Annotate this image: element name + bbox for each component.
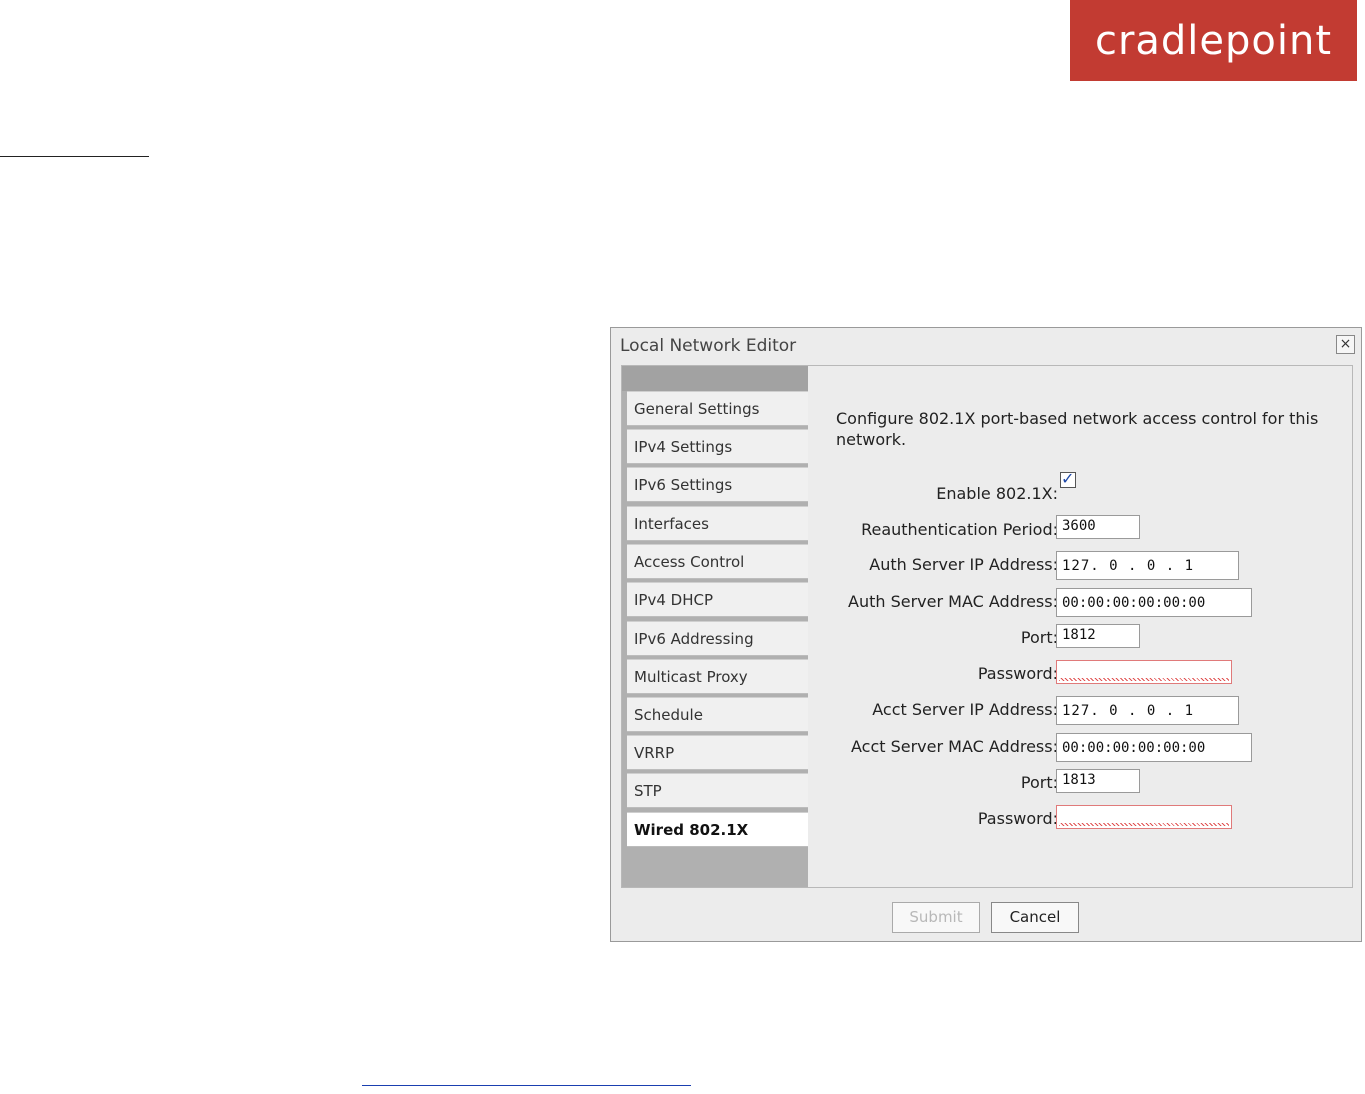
acct-port-input[interactable]: 1813 bbox=[1056, 769, 1140, 793]
enable-802-1x-label: Enable 802.1X: bbox=[936, 484, 1058, 503]
tab-stp[interactable]: STP bbox=[627, 773, 808, 808]
dialog-title: Local Network Editor bbox=[620, 336, 797, 356]
description-text: Configure 802.1X port-based network acce… bbox=[836, 409, 1319, 449]
close-icon[interactable]: × bbox=[1336, 335, 1355, 354]
sidebar: General Settings IPv4 Settings IPv6 Sett… bbox=[622, 366, 808, 887]
acct-password-input[interactable] bbox=[1056, 805, 1232, 829]
tab-access-control[interactable]: Access Control bbox=[627, 544, 808, 579]
acct-server-ip-input[interactable]: 127. 0 . 0 . 1 bbox=[1056, 696, 1239, 725]
tab-ipv6-settings[interactable]: IPv6 Settings bbox=[627, 467, 808, 502]
reauth-period-input[interactable]: 3600 bbox=[1056, 515, 1140, 539]
auth-server-ip-label: Auth Server IP Address: bbox=[869, 555, 1058, 574]
enable-802-1x-checkbox[interactable]: ✓ bbox=[1060, 471, 1076, 488]
tab-general-settings[interactable]: General Settings bbox=[627, 391, 808, 426]
dialog-titlebar: Local Network Editor × bbox=[611, 328, 1361, 364]
auth-server-ip-input[interactable]: 127. 0 . 0 . 1 bbox=[1056, 551, 1239, 580]
cancel-button[interactable]: Cancel bbox=[991, 902, 1079, 933]
tab-interfaces[interactable]: Interfaces bbox=[627, 506, 808, 541]
auth-server-mac-input[interactable]: 00:00:00:00:00:00 bbox=[1056, 588, 1252, 617]
sidebar-header bbox=[622, 366, 808, 391]
reauth-period-label: Reauthentication Period: bbox=[861, 520, 1058, 539]
auth-server-mac-label: Auth Server MAC Address: bbox=[848, 592, 1058, 611]
editor-panel: General Settings IPv4 Settings IPv6 Sett… bbox=[621, 365, 1353, 888]
acct-server-ip-label: Acct Server IP Address: bbox=[872, 700, 1058, 719]
wired-802-1x-content: Configure 802.1X port-based network acce… bbox=[808, 366, 1352, 887]
tab-ipv4-settings[interactable]: IPv4 Settings bbox=[627, 429, 808, 464]
cradlepoint-logo: cradlepoint bbox=[1070, 0, 1357, 81]
validation-error-underline bbox=[1059, 678, 1229, 681]
auth-password-label: Password: bbox=[977, 664, 1058, 683]
dialog-footer: Submit Cancel bbox=[611, 890, 1361, 943]
auth-port-input[interactable]: 1812 bbox=[1056, 624, 1140, 648]
auth-password-input[interactable] bbox=[1056, 660, 1232, 684]
tab-multicast-proxy[interactable]: Multicast Proxy bbox=[627, 659, 808, 694]
tab-ipv4-dhcp[interactable]: IPv4 DHCP bbox=[627, 582, 808, 617]
acct-server-mac-label: Acct Server MAC Address: bbox=[850, 737, 1058, 756]
validation-error-underline bbox=[1059, 823, 1229, 826]
tab-wired-802-1x[interactable]: Wired 802.1X bbox=[627, 812, 808, 847]
tab-vrrp[interactable]: VRRP bbox=[627, 735, 808, 770]
acct-password-label: Password: bbox=[977, 809, 1058, 828]
submit-button[interactable]: Submit bbox=[892, 902, 980, 933]
link-underline bbox=[362, 1085, 691, 1086]
local-network-editor-dialog: Local Network Editor × General Settings … bbox=[610, 327, 1362, 942]
tab-ipv6-addressing[interactable]: IPv6 Addressing bbox=[627, 621, 808, 656]
acct-server-mac-input[interactable]: 00:00:00:00:00:00 bbox=[1056, 733, 1252, 762]
tab-schedule[interactable]: Schedule bbox=[627, 697, 808, 732]
header-rule bbox=[0, 156, 149, 157]
acct-port-label: Port: bbox=[1020, 773, 1058, 792]
auth-port-label: Port: bbox=[1020, 628, 1058, 647]
